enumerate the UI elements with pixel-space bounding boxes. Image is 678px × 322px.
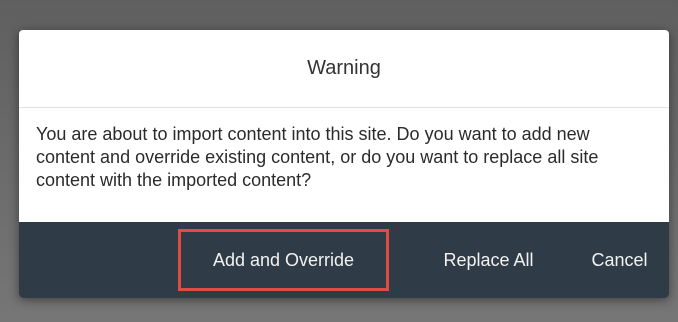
cancel-button[interactable]: Cancel bbox=[583, 229, 656, 291]
replace-all-button[interactable]: Replace All bbox=[430, 229, 547, 291]
dialog-body: You are about to import content into thi… bbox=[19, 108, 669, 222]
add-and-override-button[interactable]: Add and Override bbox=[178, 229, 389, 291]
warning-dialog: Warning You are about to import content … bbox=[19, 30, 669, 298]
dialog-message: You are about to import content into thi… bbox=[36, 124, 599, 190]
dialog-footer: Add and Override Replace All Cancel bbox=[19, 222, 669, 298]
dialog-header: Warning bbox=[19, 30, 669, 108]
dialog-title: Warning bbox=[307, 57, 381, 79]
